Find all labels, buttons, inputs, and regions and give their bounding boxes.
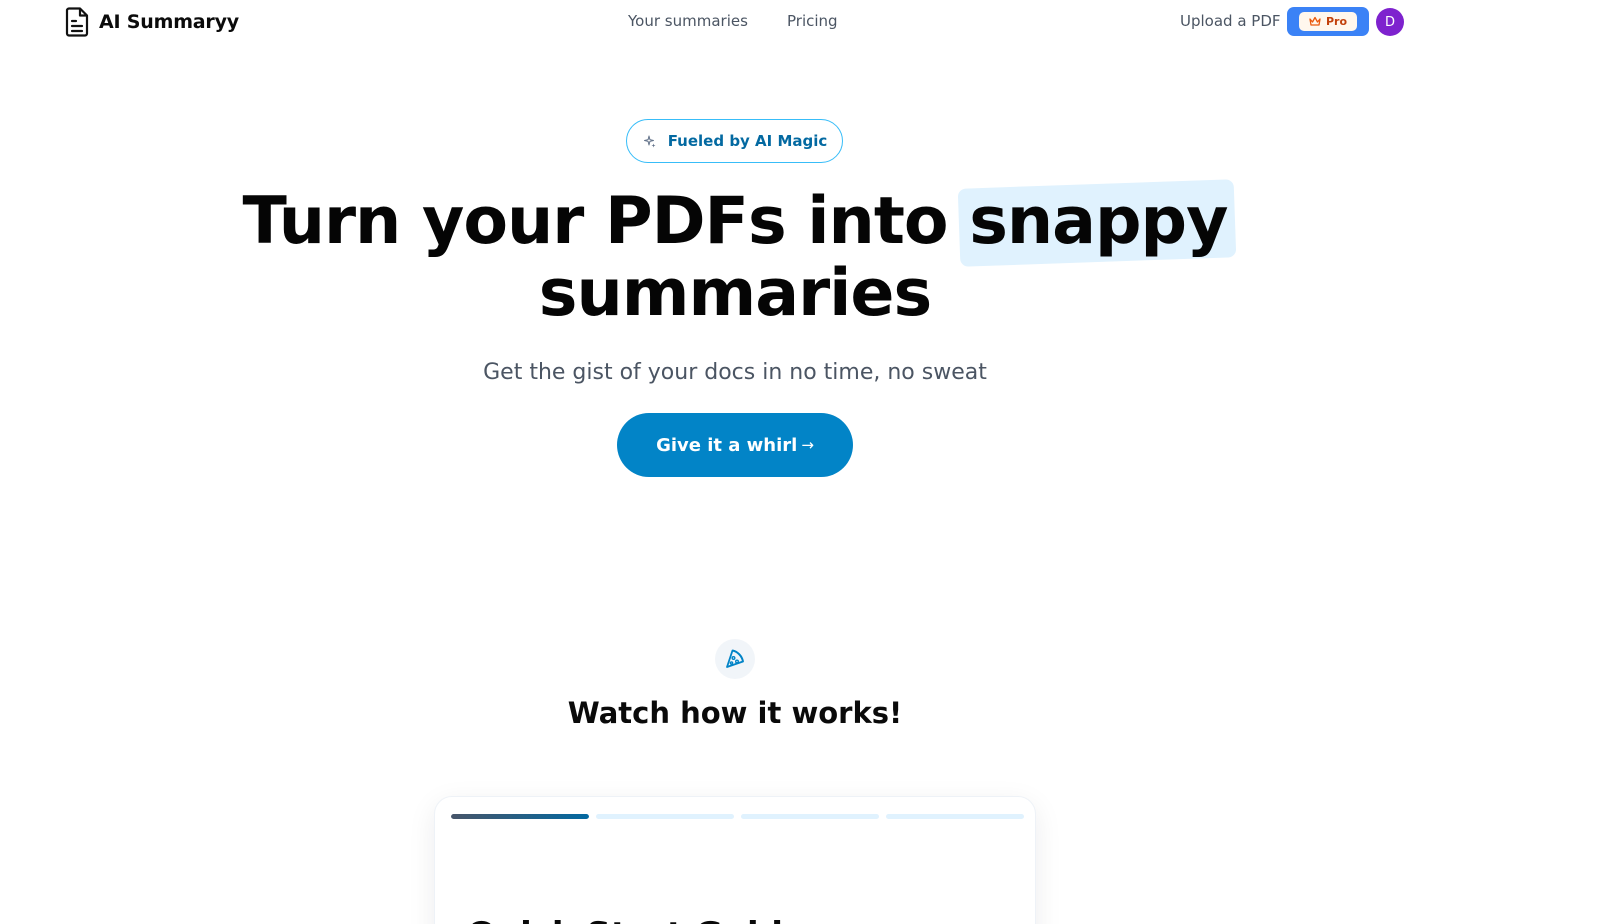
progress-fill	[451, 814, 589, 819]
demo-card: Quick Start Guide	[434, 796, 1036, 924]
how-it-works-title: Watch how it works!	[567, 696, 903, 730]
card-title: Quick Start Guide	[467, 915, 806, 924]
story-progress	[451, 814, 1024, 819]
crown-icon	[1309, 16, 1321, 26]
hero-headline: Turn your PDFs into snappy summaries	[0, 179, 1470, 331]
badge-text: Fueled by AI Magic	[667, 132, 828, 150]
sparkle-icon	[643, 135, 656, 147]
document-icon	[65, 7, 89, 37]
upload-pdf-link[interactable]: Upload a PDF	[1180, 12, 1281, 30]
brand-name: AI Summaryy	[99, 11, 239, 33]
pizza-icon	[726, 649, 744, 668]
pro-plan-button[interactable]: Pro	[1287, 7, 1369, 36]
headline-part-2: summaries	[538, 256, 932, 331]
progress-segment-3[interactable]	[741, 814, 879, 819]
headline-highlight: snappy	[957, 179, 1237, 267]
progress-segment-4[interactable]	[886, 814, 1024, 819]
pro-badge: Pro	[1298, 12, 1358, 31]
arrow-right-icon: →	[801, 436, 814, 454]
give-it-a-whirl-button[interactable]: Give it a whirl →	[617, 413, 853, 477]
page: AI Summaryy Your summaries Pricing Uploa…	[0, 0, 1612, 924]
pro-label: Pro	[1325, 15, 1348, 28]
progress-segment-2[interactable]	[596, 814, 734, 819]
hero-subheading: Get the gist of your docs in no time, no…	[483, 360, 987, 385]
headline-part-1: Turn your PDFs into	[242, 184, 949, 259]
user-avatar[interactable]: D	[1376, 8, 1404, 36]
cta-label: Give it a whirl	[656, 434, 798, 456]
top-nav: AI Summaryy Your summaries Pricing Uploa…	[0, 0, 1612, 44]
ai-magic-badge: Fueled by AI Magic	[626, 119, 843, 163]
headline-highlight-word: snappy	[969, 184, 1228, 259]
nav-link-pricing[interactable]: Pricing	[787, 12, 838, 30]
brand-logo-link[interactable]: AI Summaryy	[64, 7, 239, 37]
nav-link-your-summaries[interactable]: Your summaries	[628, 12, 748, 30]
pizza-icon-badge	[715, 639, 755, 679]
progress-segment-1[interactable]	[451, 814, 589, 819]
